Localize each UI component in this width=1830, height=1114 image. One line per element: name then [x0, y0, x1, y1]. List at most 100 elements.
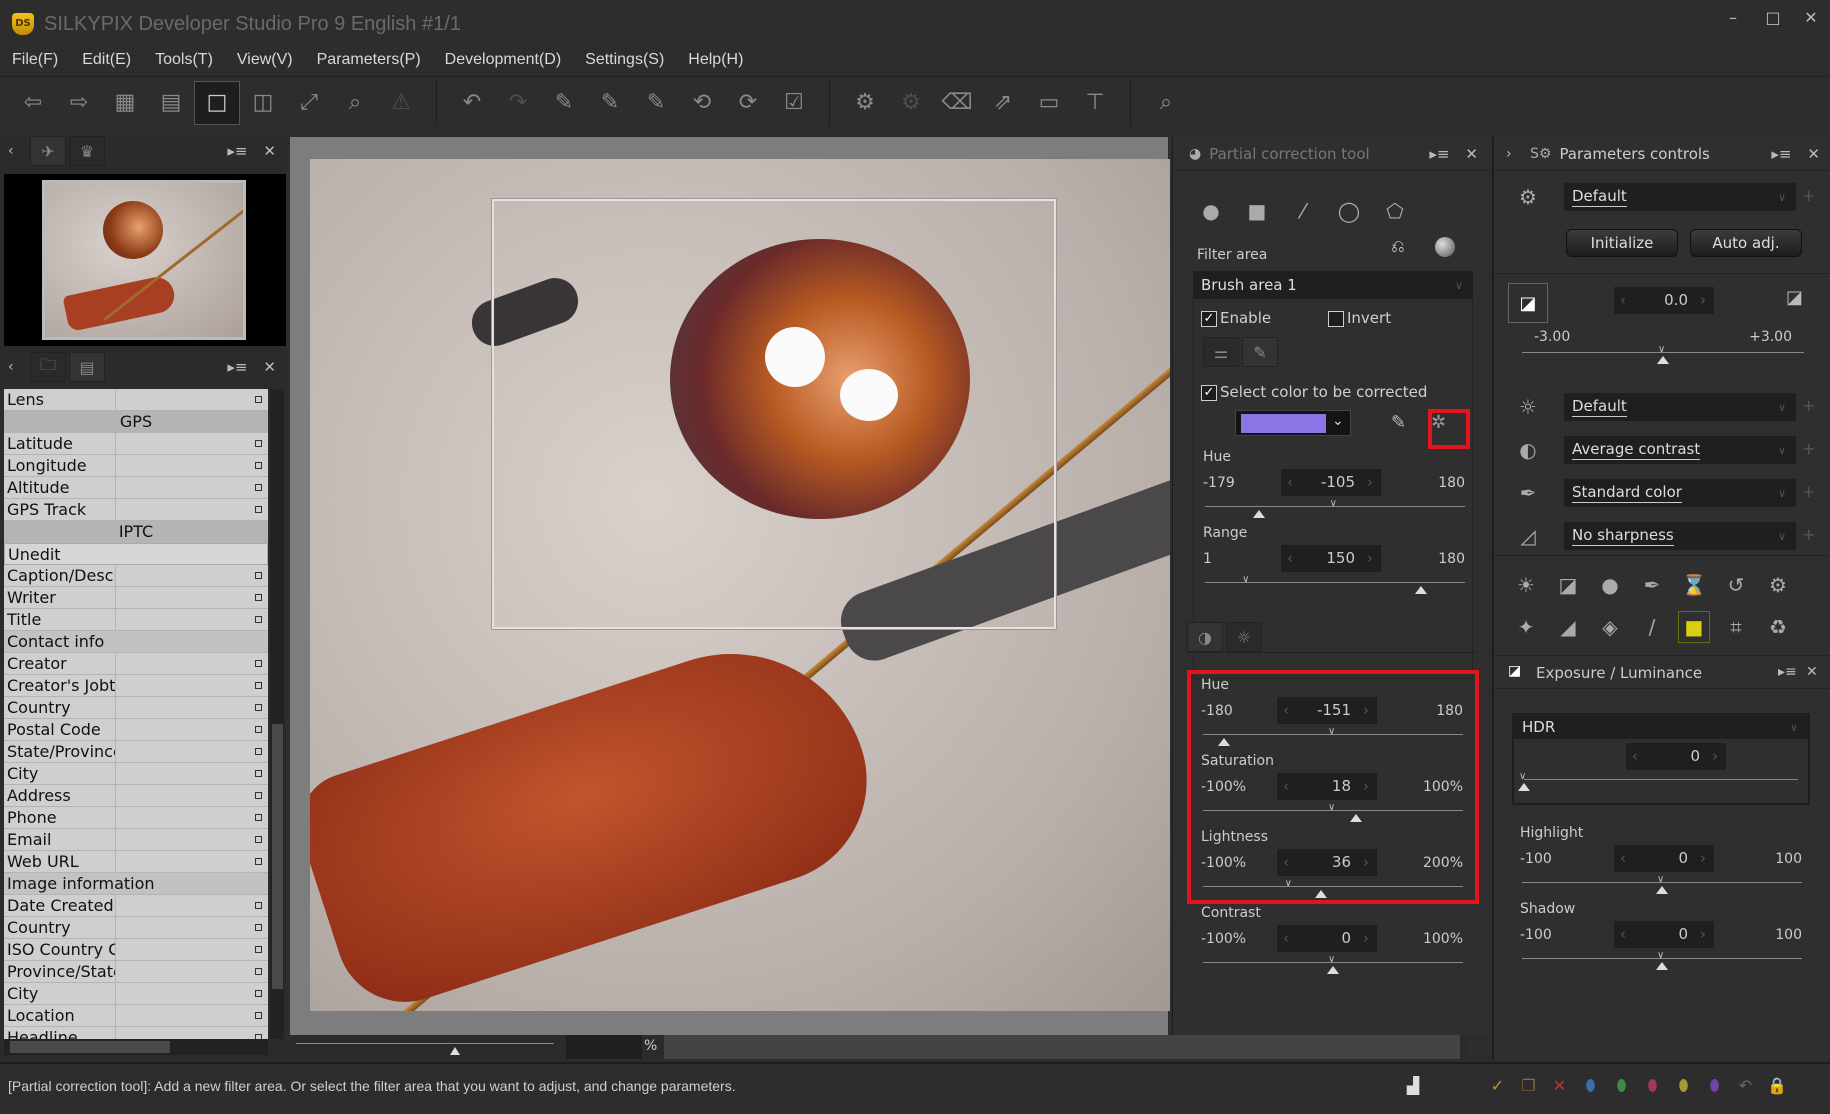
add-preset-icon[interactable]: + [1802, 439, 1815, 458]
panel-menu-icon[interactable]: ▸≡ [1771, 145, 1791, 163]
metadata-value[interactable] [116, 1027, 268, 1039]
metadata-value[interactable] [116, 829, 268, 850]
metadata-value[interactable] [116, 961, 268, 982]
fine-color-icon[interactable]: ✦ [1510, 611, 1542, 643]
color-dropper-icon[interactable]: ✎ [1391, 412, 1406, 433]
tab-color-adjust[interactable]: ◑ [1187, 622, 1223, 652]
filter-warning-icon[interactable] [1435, 237, 1455, 257]
select-color-checkbox[interactable]: ✓ Select color to be corrected [1201, 383, 1427, 401]
slider-value-input[interactable]: 36 [1277, 849, 1377, 876]
metadata-row[interactable]: Location [4, 1005, 268, 1027]
zoom-input[interactable] [566, 1035, 642, 1059]
previous-image-button[interactable]: ⇦ [10, 81, 56, 125]
slider-thumb[interactable] [1252, 510, 1265, 518]
add-preset-icon[interactable]: + [1802, 482, 1815, 501]
tab-histogram[interactable]: ♛ [69, 136, 105, 166]
add-preset-icon[interactable]: + [1802, 186, 1815, 205]
metadata-row[interactable]: Creator's Jobti [4, 675, 268, 697]
search-person-button[interactable]: ⌕ [1143, 81, 1189, 125]
redo-button[interactable]: ↷ [495, 81, 541, 125]
slider-track[interactable] [1203, 886, 1463, 887]
undo-button[interactable]: ↶ [449, 81, 495, 125]
metadata-row[interactable]: Email [4, 829, 268, 851]
partial-correction-icon[interactable]: ■ [1678, 611, 1710, 643]
menu-item[interactable]: File(F) [0, 48, 70, 74]
metadata-row[interactable]: Lens [4, 389, 268, 411]
green-tag-icon[interactable]: ⬮ [1612, 1076, 1631, 1096]
metadata-value[interactable] [116, 433, 268, 454]
color-picker-dropdown[interactable]: ⌄ [1235, 410, 1351, 436]
metadata-row[interactable]: Country [4, 697, 268, 719]
monitor-button[interactable]: ▭ [1026, 81, 1072, 125]
full-screen-button[interactable]: ⤢ [286, 81, 332, 125]
next-image-button[interactable]: ⇨ [56, 81, 102, 125]
menu-item[interactable]: Tools(T) [143, 48, 225, 74]
metadata-row[interactable]: Headline [4, 1027, 268, 1039]
noise-reduction-icon[interactable]: ● [1594, 569, 1626, 601]
metadata-row[interactable]: GPS Track [4, 499, 268, 521]
purple-tag-icon[interactable]: ⬮ [1705, 1076, 1724, 1096]
metadata-value[interactable] [116, 851, 268, 872]
thumbnail-grid-button[interactable]: ▦ [102, 81, 148, 125]
parameter-dropdown[interactable]: Average contrast ∨ [1564, 436, 1796, 464]
polygon-icon[interactable]: ⬠ [1379, 195, 1411, 227]
slider-value-input[interactable]: -105 [1281, 469, 1381, 496]
slider-track[interactable] [1524, 779, 1798, 780]
metadata-row[interactable]: Address [4, 785, 268, 807]
metadata-row[interactable]: Province/State [4, 961, 268, 983]
red-tag-icon[interactable]: ⬮ [1643, 1076, 1662, 1096]
tab-color-select[interactable]: ✎ [1242, 337, 1278, 367]
lens-aberration-icon[interactable]: ⌛ [1678, 569, 1710, 601]
warning-button[interactable]: ⚠ [378, 81, 424, 125]
slider-thumb[interactable] [1350, 814, 1363, 822]
panel-menu-icon[interactable]: ▸≡ [1429, 145, 1449, 163]
metadata-row[interactable]: City [4, 763, 268, 785]
menu-item[interactable]: Settings(S) [573, 48, 676, 74]
panel-close-icon[interactable]: ✕ [1806, 664, 1818, 680]
metadata-row[interactable]: Web URL [4, 851, 268, 873]
metadata-value[interactable] [116, 389, 268, 410]
parameter-dropdown[interactable]: Standard color ∨ [1564, 479, 1796, 507]
zoom-slider-track[interactable] [296, 1043, 554, 1044]
ok-mark-icon[interactable]: ✓ [1488, 1076, 1507, 1096]
tab-navigator[interactable]: ✈ [30, 136, 66, 166]
metadata-value[interactable] [116, 917, 268, 938]
panel-close-icon[interactable]: ✕ [263, 358, 276, 376]
tone-curve-icon[interactable]: ◪ [1552, 569, 1584, 601]
slider-thumb[interactable] [1656, 886, 1668, 894]
metadata-value[interactable] [116, 785, 268, 806]
menu-item[interactable]: Parameters(P) [305, 48, 433, 74]
metadata-row[interactable]: Creator [4, 653, 268, 675]
preset-dropdown[interactable]: Default ∨ [1564, 183, 1796, 211]
collapse-chevron-icon[interactable]: ‹ [8, 359, 30, 375]
metadata-row[interactable]: Phone [4, 807, 268, 829]
panel-close-icon[interactable]: ✕ [1465, 145, 1478, 163]
metadata-value[interactable] [116, 697, 268, 718]
exposure-adjust-icon[interactable]: ☀ [1510, 569, 1542, 601]
white-balance-dropper-button[interactable]: ✎ [633, 81, 679, 125]
metadata-value[interactable] [116, 455, 268, 476]
save-parameters-button[interactable]: ⚙ [842, 81, 888, 125]
metadata-row[interactable]: Title [4, 609, 268, 631]
slider-thumb[interactable] [1314, 890, 1327, 898]
parameter-dropdown[interactable]: No sharpness ∨ [1564, 522, 1796, 550]
apply-parameters-button[interactable]: ⚙ [888, 81, 934, 125]
tab-exposure-adjust[interactable]: ☼ [1226, 622, 1262, 652]
brush-icon[interactable]: ⁄ [1287, 195, 1319, 227]
metadata-row[interactable]: Writer [4, 587, 268, 609]
slider-value-input[interactable]: -151 [1277, 697, 1377, 724]
metadata-value[interactable] [116, 565, 268, 586]
invert-checkbox[interactable]: Invert [1328, 309, 1391, 327]
preview-image[interactable] [310, 159, 1170, 1011]
menu-item[interactable]: Help(H) [676, 48, 755, 74]
metadata-value[interactable] [116, 895, 268, 916]
tab-filter-settings[interactable]: ⚌ [1203, 337, 1239, 367]
metadata-row[interactable]: Latitude [4, 433, 268, 455]
metadata-row[interactable]: Longitude [4, 455, 268, 477]
slider-thumb[interactable] [1327, 966, 1339, 974]
metadata-value[interactable] [116, 983, 268, 1004]
copy-mark-icon[interactable]: ❐ [1519, 1076, 1538, 1096]
revert-icon[interactable]: ↶ [1736, 1076, 1755, 1096]
yellow-tag-icon[interactable]: ⬮ [1674, 1076, 1693, 1096]
metadata-row[interactable]: Postal Code [4, 719, 268, 741]
